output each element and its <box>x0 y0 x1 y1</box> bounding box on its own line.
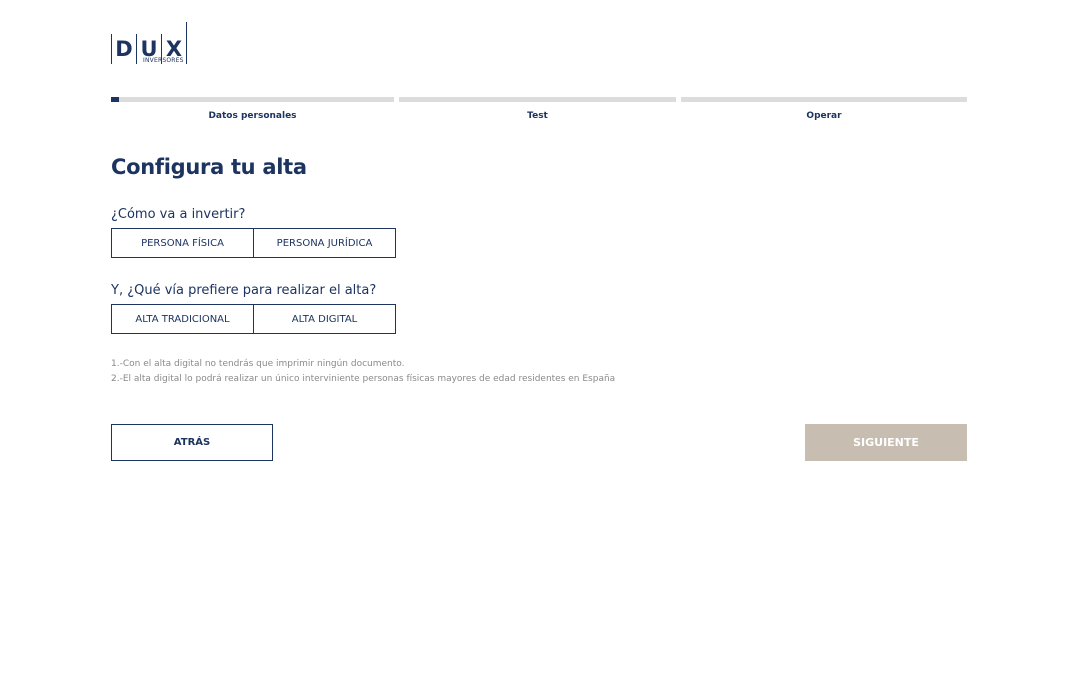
step-label: Datos personales <box>208 111 297 121</box>
step-operar: Operar <box>681 97 967 121</box>
step-track <box>681 97 967 102</box>
logo-divider <box>186 22 187 64</box>
note-item: 2.-El alta digital lo podrá realizar un … <box>111 374 616 384</box>
registration-method-options: ALTA TRADICIONAL ALTA DIGITAL <box>111 304 396 334</box>
next-button[interactable]: SIGUIENTE <box>805 424 967 461</box>
dux-logo[interactable]: D U X INVERSORES <box>111 10 195 66</box>
step-label: Test <box>527 111 548 121</box>
persona-fisica-option[interactable]: PERSONA FÍSICA <box>111 228 254 258</box>
step-label: Operar <box>806 111 842 121</box>
notes: 1.-Con el alta digital no tendrás que im… <box>111 357 615 387</box>
page-title: Configura tu alta <box>111 155 307 179</box>
step-track <box>111 97 394 102</box>
persona-juridica-option[interactable]: PERSONA JURÍDICA <box>253 228 396 258</box>
progress-steps: Datos personales Test Operar <box>111 97 967 127</box>
investor-type-question: ¿Cómo va a invertir? <box>111 207 246 222</box>
step-datos-personales: Datos personales <box>111 97 394 121</box>
logo-letter-d: D <box>115 37 133 61</box>
back-button[interactable]: ATRÁS <box>111 424 273 461</box>
investor-type-options: PERSONA FÍSICA PERSONA JURÍDICA <box>111 228 396 258</box>
note-item: 1.-Con el alta digital no tendrás que im… <box>111 359 405 369</box>
alta-digital-option[interactable]: ALTA DIGITAL <box>253 304 396 334</box>
step-track <box>399 97 676 102</box>
step-fill <box>111 97 120 102</box>
step-test: Test <box>399 97 676 121</box>
registration-method-question: Y, ¿Qué vía prefiere para realizar el al… <box>111 283 377 298</box>
alta-tradicional-option[interactable]: ALTA TRADICIONAL <box>111 304 254 334</box>
logo-subtitle: INVERSORES <box>143 57 184 64</box>
